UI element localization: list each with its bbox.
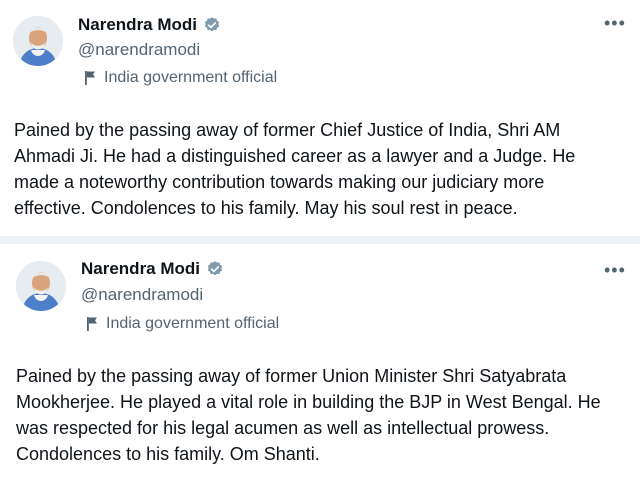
author-handle[interactable]: @narendramodi: [78, 40, 200, 60]
avatar[interactable]: [13, 16, 63, 66]
verified-badge-icon[interactable]: [203, 16, 221, 34]
more-options-icon[interactable]: •••: [604, 261, 626, 279]
author-row: Narendra Modi: [78, 15, 221, 35]
more-options-icon[interactable]: •••: [604, 14, 626, 32]
government-label: India government official: [86, 315, 279, 333]
avatar-image: [16, 261, 66, 311]
tweet-card[interactable]: Narendra Modi @narendramodi India govern…: [0, 0, 640, 236]
government-label-text: India government official: [106, 315, 280, 332]
tweet-text: Pained by the passing away of former Chi…: [14, 120, 576, 218]
avatar-image: [13, 16, 63, 66]
author-name[interactable]: Narendra Modi: [81, 259, 200, 279]
divider: [0, 236, 640, 244]
verified-badge-icon[interactable]: [206, 260, 224, 278]
avatar[interactable]: [16, 261, 66, 311]
author-handle[interactable]: @narendramodi: [81, 285, 203, 305]
government-label-text: India government official: [104, 69, 278, 86]
tweet-text: Pained by the passing away of former Uni…: [16, 366, 601, 464]
flag-icon: [84, 70, 96, 86]
author-name[interactable]: Narendra Modi: [78, 15, 197, 35]
flag-icon: [86, 316, 98, 332]
government-label: India government official: [84, 69, 277, 87]
author-row: Narendra Modi: [81, 259, 224, 279]
